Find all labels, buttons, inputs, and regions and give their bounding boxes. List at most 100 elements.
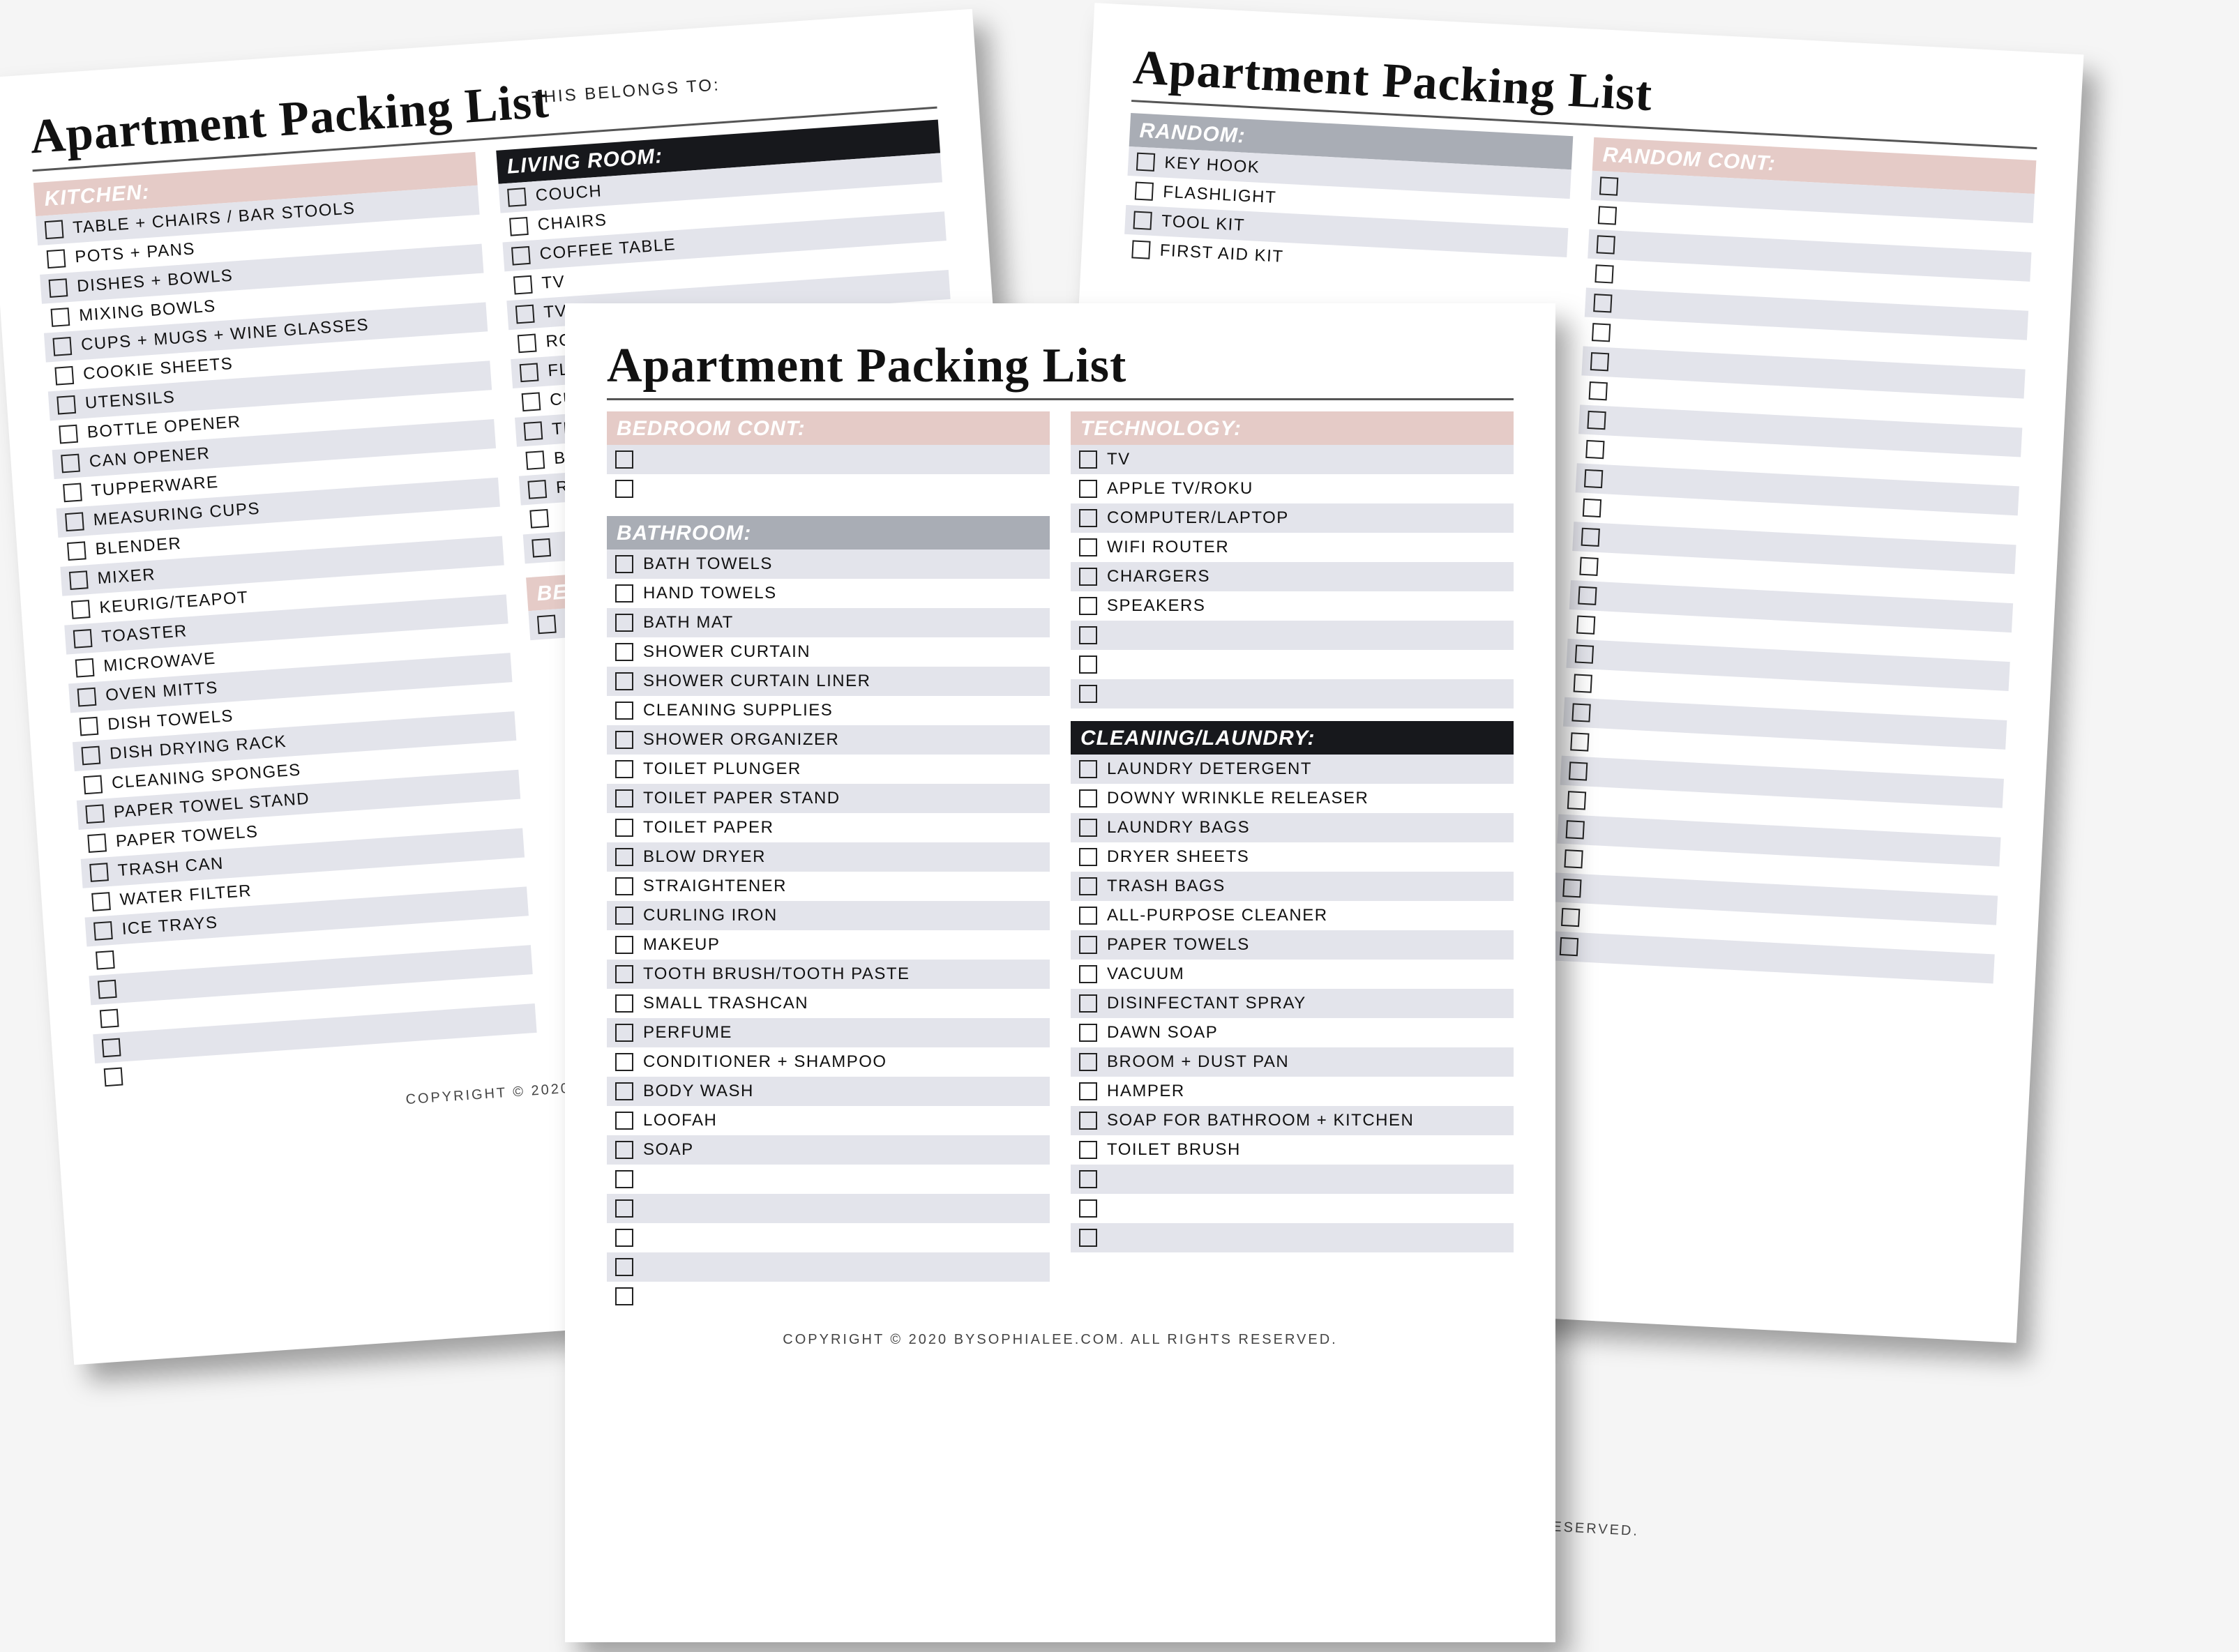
checkbox-icon[interactable]: [615, 1258, 633, 1276]
checkbox-icon[interactable]: [1079, 848, 1097, 866]
checkbox-icon[interactable]: [1584, 469, 1603, 488]
checkbox-icon[interactable]: [1079, 509, 1097, 527]
checkbox-icon[interactable]: [525, 450, 545, 470]
checkbox-icon[interactable]: [1560, 937, 1578, 956]
checkbox-icon[interactable]: [527, 480, 547, 499]
checkbox-icon[interactable]: [615, 1199, 633, 1218]
checkbox-icon[interactable]: [73, 629, 93, 649]
checkbox-icon[interactable]: [59, 425, 78, 444]
checkbox-icon[interactable]: [520, 363, 539, 382]
checkbox-icon[interactable]: [71, 600, 91, 619]
checkbox-icon[interactable]: [1135, 182, 1154, 201]
checkbox-icon[interactable]: [1079, 877, 1097, 895]
checkbox-icon[interactable]: [615, 907, 633, 925]
checkbox-icon[interactable]: [1581, 528, 1600, 547]
checkbox-icon[interactable]: [1597, 235, 1615, 254]
checkbox-icon[interactable]: [518, 334, 537, 354]
checkbox-icon[interactable]: [1079, 819, 1097, 837]
checkbox-icon[interactable]: [1131, 240, 1150, 259]
checkbox-icon[interactable]: [65, 512, 84, 531]
checkbox-icon[interactable]: [615, 1024, 633, 1042]
checkbox-icon[interactable]: [1561, 908, 1580, 927]
checkbox-icon[interactable]: [1079, 1082, 1097, 1100]
checkbox-icon[interactable]: [615, 877, 633, 895]
checkbox-icon[interactable]: [1079, 994, 1097, 1013]
checkbox-icon[interactable]: [615, 1229, 633, 1247]
checkbox-icon[interactable]: [615, 1170, 633, 1188]
checkbox-icon[interactable]: [1079, 907, 1097, 925]
checkbox-icon[interactable]: [1136, 153, 1155, 172]
checkbox-icon[interactable]: [1567, 791, 1586, 810]
checkbox-icon[interactable]: [615, 1053, 633, 1071]
checkbox-icon[interactable]: [615, 848, 633, 866]
checkbox-icon[interactable]: [49, 278, 68, 298]
checkbox-icon[interactable]: [1079, 1170, 1097, 1188]
checkbox-icon[interactable]: [1585, 440, 1604, 459]
checkbox-icon[interactable]: [615, 819, 633, 837]
checkbox-icon[interactable]: [615, 643, 633, 661]
checkbox-icon[interactable]: [69, 570, 89, 590]
checkbox-icon[interactable]: [1079, 1053, 1097, 1071]
checkbox-icon[interactable]: [615, 702, 633, 720]
checkbox-icon[interactable]: [615, 1082, 633, 1100]
checkbox-icon[interactable]: [1079, 1141, 1097, 1159]
checkbox-icon[interactable]: [1592, 323, 1611, 342]
checkbox-icon[interactable]: [1079, 480, 1097, 498]
checkbox-icon[interactable]: [1570, 732, 1589, 751]
checkbox-icon[interactable]: [52, 337, 72, 356]
checkbox-icon[interactable]: [515, 305, 535, 324]
checkbox-icon[interactable]: [1589, 381, 1608, 400]
checkbox-icon[interactable]: [615, 965, 633, 983]
checkbox-icon[interactable]: [96, 950, 115, 970]
checkbox-icon[interactable]: [87, 833, 107, 853]
checkbox-icon[interactable]: [85, 804, 105, 824]
checkbox-icon[interactable]: [1079, 760, 1097, 778]
checkbox-icon[interactable]: [51, 308, 70, 327]
checkbox-icon[interactable]: [529, 509, 549, 529]
checkbox-icon[interactable]: [54, 366, 74, 386]
checkbox-icon[interactable]: [1576, 616, 1595, 635]
checkbox-icon[interactable]: [77, 688, 97, 707]
checkbox-icon[interactable]: [1583, 499, 1601, 517]
checkbox-icon[interactable]: [1079, 1024, 1097, 1042]
checkbox-icon[interactable]: [1079, 1199, 1097, 1218]
checkbox-icon[interactable]: [1564, 849, 1583, 868]
checkbox-icon[interactable]: [91, 892, 111, 911]
checkbox-icon[interactable]: [615, 731, 633, 749]
checkbox-icon[interactable]: [89, 863, 109, 882]
checkbox-icon[interactable]: [615, 584, 633, 603]
checkbox-icon[interactable]: [83, 775, 103, 794]
checkbox-icon[interactable]: [1079, 936, 1097, 954]
checkbox-icon[interactable]: [615, 672, 633, 690]
checkbox-icon[interactable]: [47, 249, 66, 268]
checkbox-icon[interactable]: [1079, 538, 1097, 556]
checkbox-icon[interactable]: [615, 614, 633, 632]
checkbox-icon[interactable]: [75, 658, 95, 678]
checkbox-icon[interactable]: [615, 760, 633, 778]
checkbox-icon[interactable]: [100, 1009, 119, 1029]
checkbox-icon[interactable]: [1079, 965, 1097, 983]
checkbox-icon[interactable]: [1133, 211, 1152, 229]
checkbox-icon[interactable]: [513, 275, 533, 295]
checkbox-icon[interactable]: [615, 994, 633, 1013]
checkbox-icon[interactable]: [1569, 761, 1588, 780]
checkbox-icon[interactable]: [1566, 820, 1585, 839]
checkbox-icon[interactable]: [507, 188, 527, 207]
checkbox-icon[interactable]: [1575, 644, 1594, 663]
checkbox-icon[interactable]: [1599, 176, 1618, 195]
checkbox-icon[interactable]: [1571, 703, 1590, 722]
checkbox-icon[interactable]: [615, 555, 633, 573]
checkbox-icon[interactable]: [1574, 674, 1592, 692]
checkbox-icon[interactable]: [1079, 656, 1097, 674]
checkbox-icon[interactable]: [1079, 597, 1097, 615]
checkbox-icon[interactable]: [615, 789, 633, 808]
checkbox-icon[interactable]: [104, 1067, 123, 1086]
checkbox-icon[interactable]: [1562, 879, 1581, 897]
checkbox-icon[interactable]: [1598, 206, 1617, 225]
checkbox-icon[interactable]: [524, 421, 543, 441]
checkbox-icon[interactable]: [615, 1112, 633, 1130]
checkbox-icon[interactable]: [1579, 557, 1598, 576]
checkbox-icon[interactable]: [56, 395, 76, 415]
checkbox-icon[interactable]: [1587, 411, 1606, 430]
checkbox-icon[interactable]: [1079, 1112, 1097, 1130]
